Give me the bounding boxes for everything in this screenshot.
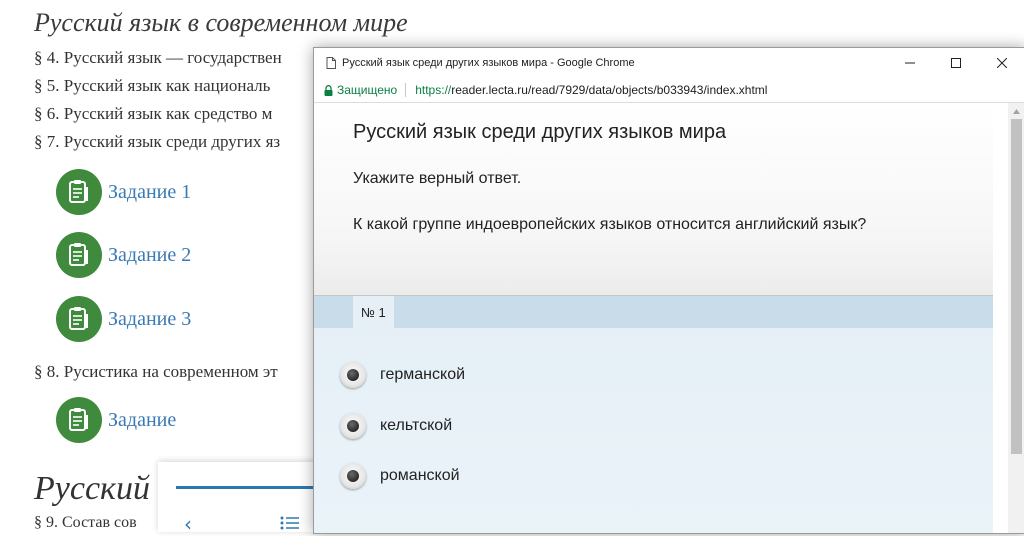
scrollbar-thumb[interactable]: [1011, 119, 1022, 454]
address-separator: [405, 83, 407, 97]
radio-button[interactable]: [340, 463, 366, 489]
chrome-popup-window: Русский язык среди других языков мира - …: [313, 47, 1024, 534]
task-link-section8[interactable]: Задание: [56, 396, 176, 444]
address-bar[interactable]: Защищено https://reader.lecta.ru/read/79…: [314, 78, 1024, 103]
list-icon[interactable]: [280, 516, 300, 530]
section-link-9[interactable]: § 9. Состав сов: [34, 514, 137, 532]
radio-button[interactable]: [340, 413, 366, 439]
answer-label: кельтской: [380, 417, 453, 434]
clipboard-icon: [56, 296, 102, 342]
progress-line: [176, 486, 316, 489]
task-link-3[interactable]: Задание 3: [56, 295, 191, 343]
tab-question-1[interactable]: № 1: [353, 296, 394, 328]
scroll-up-button[interactable]: [1008, 103, 1024, 119]
task-header: Русский язык среди других языков мира Ук…: [314, 103, 993, 296]
answer-option-2[interactable]: кельтской: [340, 412, 452, 440]
answer-label: германской: [380, 366, 466, 383]
page-viewport: Русский язык среди других языков мира Ук…: [314, 103, 993, 533]
question-tabs: № 1: [314, 296, 993, 328]
section-link-4[interactable]: § 4. Русский язык — государствен: [34, 48, 282, 68]
chapter-title-2: Русский: [34, 470, 150, 507]
window-titlebar[interactable]: Русский язык среди других языков мира - …: [314, 48, 1024, 78]
radio-button[interactable]: [340, 362, 366, 388]
chapter-title: Русский язык в современном мире: [34, 8, 408, 37]
task-link-2[interactable]: Задание 2: [56, 231, 191, 279]
chevron-up-icon: [1013, 108, 1020, 114]
maximize-icon: [951, 58, 961, 68]
url-text: https://reader.lecta.ru/read/7929/data/o…: [415, 83, 767, 97]
task-instruction: Укажите верный ответ.: [353, 170, 522, 187]
url-rest: reader.lecta.ru/read/7929/data/objects/b…: [451, 83, 768, 97]
section-link-7[interactable]: § 7. Русский язык среди других яз: [34, 132, 280, 152]
task-link-label: Задание 1: [108, 180, 192, 203]
section-link-8[interactable]: § 8. Русистика на современном эт: [34, 362, 278, 382]
page-icon: [326, 57, 336, 69]
secure-label: Защищено: [337, 83, 398, 97]
clipboard-icon: [56, 397, 102, 443]
lock-icon: [324, 84, 333, 96]
task-question: К какой группе индоевропейских языков от…: [353, 216, 867, 233]
task-link-label: Задание 3: [108, 307, 192, 330]
task-link-label: Задание 2: [108, 243, 192, 266]
vertical-scrollbar[interactable]: [1008, 103, 1024, 533]
answer-label: романской: [380, 467, 460, 484]
minimize-button[interactable]: [887, 48, 933, 78]
answer-option-3[interactable]: романской: [340, 462, 460, 490]
maximize-button[interactable]: [933, 48, 979, 78]
close-button[interactable]: [979, 48, 1024, 78]
clipboard-icon: [56, 232, 102, 278]
section-link-5[interactable]: § 5. Русский язык как националь: [34, 76, 270, 96]
section-link-6[interactable]: § 6. Русский язык как средство м: [34, 104, 272, 124]
window-title: Русский язык среди других языков мира - …: [342, 57, 635, 69]
reader-toolbar: ‹: [158, 462, 318, 536]
window-controls: [887, 48, 1024, 78]
radio-dot: [347, 420, 359, 432]
radio-dot: [347, 369, 359, 381]
clipboard-icon: [56, 169, 102, 215]
radio-dot: [347, 470, 359, 482]
close-icon: [997, 58, 1007, 68]
task-title: Русский язык среди других языков мира: [353, 121, 727, 143]
chevron-left-icon[interactable]: ‹: [184, 512, 192, 536]
task-link-1[interactable]: Задание 1: [56, 168, 191, 216]
minimize-icon: [905, 62, 915, 64]
answer-option-1[interactable]: германской: [340, 361, 465, 389]
task-link-label: Задание: [108, 408, 177, 431]
url-scheme: https://: [415, 83, 452, 97]
